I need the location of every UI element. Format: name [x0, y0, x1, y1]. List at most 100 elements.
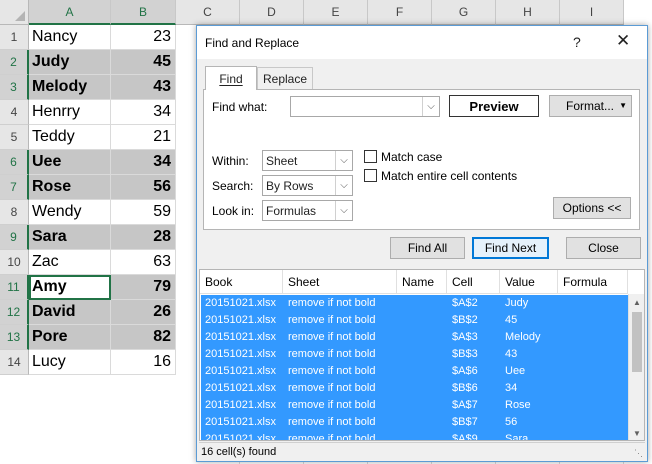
cell-a-6[interactable]: Uee: [29, 150, 111, 175]
column-header-f[interactable]: F: [368, 0, 432, 25]
cell-b-12[interactable]: 26: [111, 300, 176, 325]
results-scrollbar[interactable]: ▲ ▼: [628, 294, 644, 440]
results-header-formula[interactable]: Formula: [558, 270, 628, 294]
row-header[interactable]: 13: [0, 325, 29, 350]
column-header-c[interactable]: C: [176, 0, 240, 25]
result-row[interactable]: 20151021.xlsx remove if not bold $A$7 Rose: [201, 397, 628, 414]
select-all-corner[interactable]: [0, 0, 29, 25]
cell-a-7[interactable]: Rose: [29, 175, 111, 200]
chevron-down-icon[interactable]: ⌵: [335, 201, 352, 220]
row-header[interactable]: 12: [0, 300, 29, 325]
chevron-down-icon[interactable]: ⌵: [335, 176, 352, 195]
scroll-down-icon[interactable]: ▼: [629, 425, 644, 440]
row-header[interactable]: 8: [0, 200, 29, 225]
help-icon[interactable]: ?: [573, 34, 581, 50]
scroll-up-icon[interactable]: ▲: [629, 294, 644, 310]
row-header[interactable]: 9: [0, 225, 29, 250]
cell-b-13[interactable]: 82: [111, 325, 176, 350]
format-button[interactable]: Format... ▼: [549, 95, 632, 117]
column-header-b[interactable]: B: [111, 0, 176, 25]
row-header[interactable]: 14: [0, 350, 29, 375]
row-header[interactable]: 6: [0, 150, 29, 175]
find-what-input[interactable]: ⌵: [290, 96, 440, 117]
result-row[interactable]: 20151021.xlsx remove if not bold $A$9 Sara: [201, 431, 628, 440]
column-header-g[interactable]: G: [432, 0, 496, 25]
cell-a-2[interactable]: Judy: [29, 50, 111, 75]
cell-b-4[interactable]: 34: [111, 100, 176, 125]
cell-b-10[interactable]: 63: [111, 250, 176, 275]
results-header-book[interactable]: Book: [200, 270, 283, 294]
options-button[interactable]: Options <<: [553, 197, 631, 219]
match-case-checkbox[interactable]: [364, 150, 377, 163]
column-header-h[interactable]: H: [496, 0, 560, 25]
cell-b-9[interactable]: 28: [111, 225, 176, 250]
result-row[interactable]: 20151021.xlsx remove if not bold $B$3 43: [201, 346, 628, 363]
result-row[interactable]: 20151021.xlsx remove if not bold $B$6 34: [201, 380, 628, 397]
cell-a-5[interactable]: Teddy: [29, 125, 111, 150]
row-header[interactable]: 5: [0, 125, 29, 150]
results-list[interactable]: Book Sheet Name Cell Value Formula 20151021.x…: [199, 269, 645, 441]
results-header-cell[interactable]: Cell: [447, 270, 500, 294]
column-header-a[interactable]: A: [29, 0, 111, 25]
column-header-i[interactable]: I: [560, 0, 624, 25]
cell-a-1[interactable]: Nancy: [29, 25, 111, 50]
result-sheet: remove if not bold: [288, 365, 376, 377]
result-row[interactable]: 20151021.xlsx remove if not bold $A$2 Judy: [201, 295, 628, 312]
cell-a-4[interactable]: Henrry: [29, 100, 111, 125]
find-next-button[interactable]: Find Next: [472, 237, 549, 259]
find-all-button[interactable]: Find All: [390, 237, 465, 259]
cell-b-11[interactable]: 79: [111, 275, 176, 300]
cell-b-6[interactable]: 34: [111, 150, 176, 175]
result-cell: $A$3: [452, 331, 478, 343]
match-entire-checkbox[interactable]: [364, 169, 377, 182]
result-row[interactable]: 20151021.xlsx remove if not bold $A$3 Melod…: [201, 329, 628, 346]
cell-b-5[interactable]: 21: [111, 125, 176, 150]
resize-grip-icon[interactable]: ⋱: [634, 448, 643, 459]
result-row[interactable]: 20151021.xlsx remove if not bold $A$6 Uee: [201, 363, 628, 380]
look-in-select[interactable]: Formulas ⌵: [262, 200, 353, 221]
chevron-down-icon[interactable]: ⌵: [335, 151, 352, 170]
result-row[interactable]: 20151021.xlsx remove if not bold $B$2 45: [201, 312, 628, 329]
results-header-value[interactable]: Value: [500, 270, 558, 294]
cell-a-10[interactable]: Zac: [29, 250, 111, 275]
result-row[interactable]: 20151021.xlsx remove if not bold $B$7 56: [201, 414, 628, 431]
close-icon[interactable]: ✕: [616, 31, 630, 51]
cell-a-3[interactable]: Melody: [29, 75, 111, 100]
row-header[interactable]: 2: [0, 50, 29, 75]
row-header[interactable]: 4: [0, 100, 29, 125]
preview-button[interactable]: Preview: [449, 95, 539, 117]
row-header[interactable]: 3: [0, 75, 29, 100]
scrollbar-thumb[interactable]: [632, 312, 642, 372]
cell-b-1[interactable]: 23: [111, 25, 176, 50]
cell-b-8[interactable]: 59: [111, 200, 176, 225]
cell-b-14[interactable]: 16: [111, 350, 176, 375]
result-sheet: remove if not bold: [288, 331, 376, 343]
within-select[interactable]: Sheet ⌵: [262, 150, 353, 171]
within-value: Sheet: [266, 153, 298, 168]
search-select[interactable]: By Rows ⌵: [262, 175, 353, 196]
match-case-label[interactable]: Match case: [381, 150, 442, 164]
column-header-e[interactable]: E: [304, 0, 368, 25]
row-header[interactable]: 1: [0, 25, 29, 50]
cell-a-9[interactable]: Sara: [29, 225, 111, 250]
row-header[interactable]: 11: [0, 275, 29, 300]
cell-a-8[interactable]: Wendy: [29, 200, 111, 225]
results-header-name[interactable]: Name: [397, 270, 447, 294]
cell-a-13[interactable]: Pore: [29, 325, 111, 350]
cell-a-12[interactable]: David: [29, 300, 111, 325]
cell-b-2[interactable]: 45: [111, 50, 176, 75]
close-button[interactable]: Close: [566, 237, 641, 259]
cell-b-3[interactable]: 43: [111, 75, 176, 100]
column-header-d[interactable]: D: [240, 0, 304, 25]
cell-a-11[interactable]: Amy: [29, 275, 111, 300]
dialog-titlebar[interactable]: Find and Replace ? ✕: [197, 26, 647, 59]
cell-b-7[interactable]: 56: [111, 175, 176, 200]
results-header-sheet[interactable]: Sheet: [283, 270, 397, 294]
chevron-down-icon[interactable]: ⌵: [422, 97, 439, 116]
cell-a-14[interactable]: Lucy: [29, 350, 111, 375]
row-header[interactable]: 7: [0, 175, 29, 200]
row-header[interactable]: 10: [0, 250, 29, 275]
tab-replace[interactable]: Replace: [257, 67, 313, 89]
tab-find[interactable]: Find: [205, 66, 257, 90]
match-entire-label[interactable]: Match entire cell contents: [381, 169, 517, 183]
